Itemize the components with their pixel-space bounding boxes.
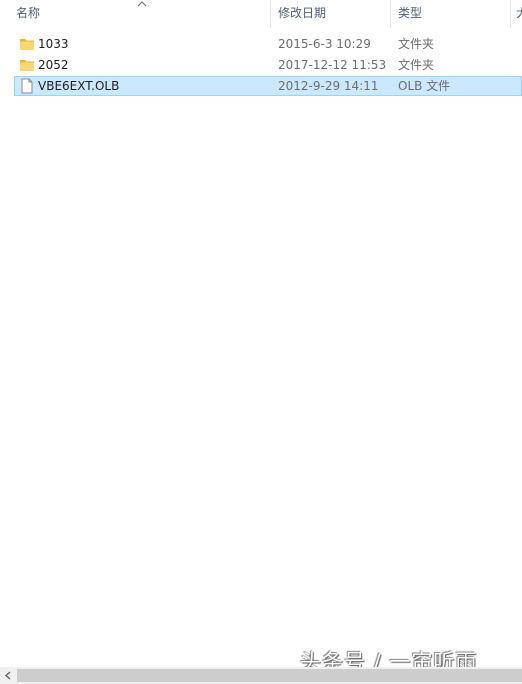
file-explorer-view: 名称 修改日期 类型 大 1033 2015-6-3 10:29 文件夹 205…: [0, 0, 522, 684]
file-row-vbe6ext-olb[interactable]: VBE6EXT.OLB 2012-9-29 14:11 OLB 文件: [14, 76, 522, 96]
column-header-size[interactable]: 大: [511, 0, 522, 28]
file-date: 2015-6-3 10:29: [278, 37, 371, 51]
column-header-date[interactable]: 修改日期: [272, 0, 390, 28]
column-header-bar: 名称 修改日期 类型 大: [0, 0, 522, 28]
scroll-left-arrow-icon[interactable]: [0, 667, 17, 684]
file-date: 2017-12-12 11:53: [278, 58, 387, 72]
folder-icon: [20, 39, 34, 50]
file-type: 文件夹: [398, 58, 435, 72]
file-row-1033[interactable]: 1033 2015-6-3 10:29 文件夹: [14, 34, 522, 54]
column-divider[interactable]: [270, 0, 271, 28]
file-type: OLB 文件: [398, 79, 451, 93]
file-icon: [21, 78, 33, 94]
file-name: 2052: [38, 58, 69, 72]
scrollbar-thumb[interactable]: [17, 669, 522, 682]
file-type: 文件夹: [398, 37, 435, 51]
file-name: VBE6EXT.OLB: [38, 79, 120, 93]
folder-icon: [20, 60, 34, 71]
file-name: 1033: [38, 37, 69, 51]
column-divider[interactable]: [390, 0, 391, 28]
file-date: 2012-9-29 14:11: [278, 79, 379, 93]
file-row-2052[interactable]: 2052 2017-12-12 11:53 文件夹: [14, 55, 522, 75]
column-header-type[interactable]: 类型: [392, 0, 510, 28]
horizontal-scrollbar[interactable]: [0, 667, 522, 684]
column-header-name[interactable]: 名称: [10, 0, 270, 28]
